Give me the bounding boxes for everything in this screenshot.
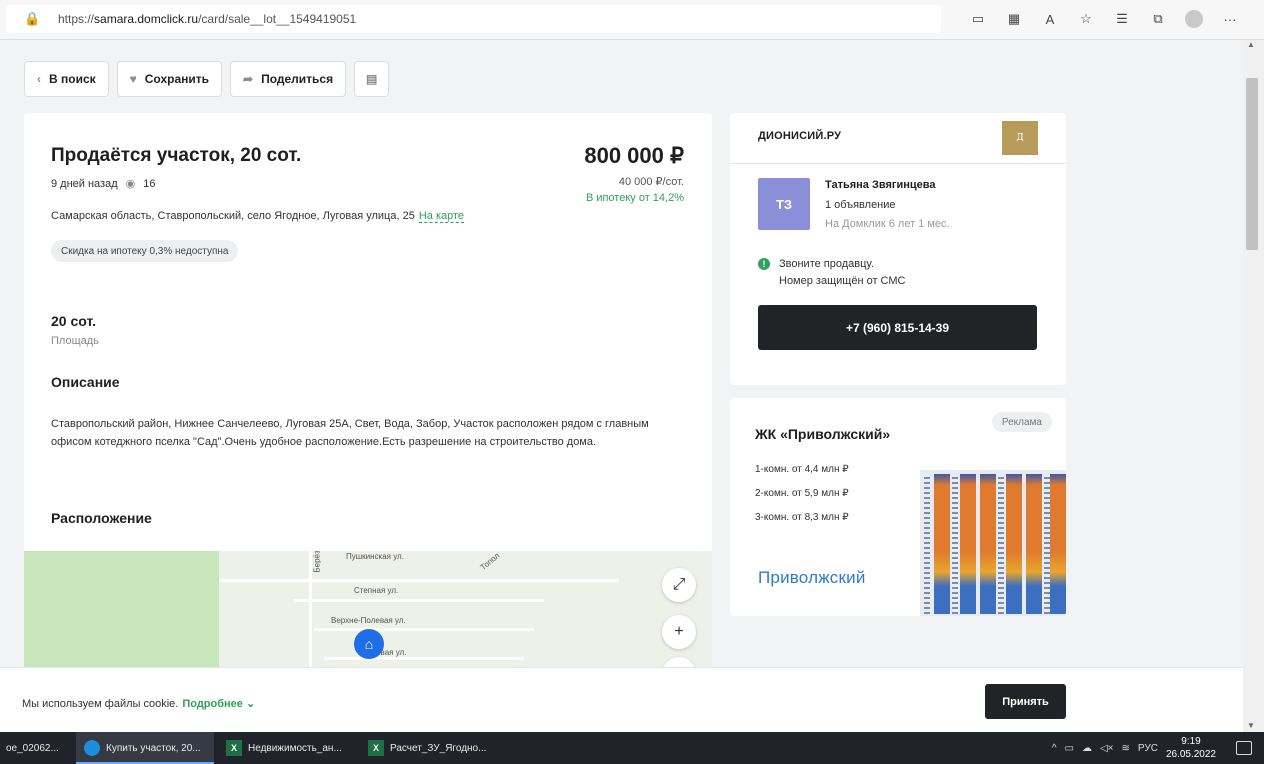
- seller-card: ДИОНИСИЙ.РУ Д ТЗ Татьяна Звягинцева 1 об…: [730, 113, 1066, 385]
- map-street-label: Берёз: [312, 551, 322, 573]
- listing-card: Продаётся участок, 20 сот. 800 000 ₽ 9 д…: [24, 113, 712, 732]
- listing-address: Самарская область, Ставропольский, село …: [51, 210, 465, 223]
- share-button[interactable]: ➦ Поделиться: [230, 61, 347, 97]
- reading-mode-icon[interactable]: ▭: [962, 5, 994, 33]
- ad-brand-logo: Приволжский: [758, 568, 866, 587]
- scroll-up-icon[interactable]: ▲: [1247, 40, 1255, 49]
- area-label: Площадь: [51, 335, 99, 347]
- eye-icon: ◉: [125, 178, 136, 190]
- map-street-label: Верхне-Полевая ул.: [331, 616, 406, 625]
- map-road: [219, 579, 619, 582]
- divider: [730, 163, 1066, 164]
- notification-icon[interactable]: [1236, 741, 1252, 755]
- back-to-search-button[interactable]: ‹ В поиск: [24, 61, 109, 97]
- language-indicator[interactable]: РУС: [1138, 743, 1158, 754]
- ad-room-price: 2-комн. от 5,9 млн ₽: [755, 488, 849, 499]
- home-pin-icon[interactable]: ⌂: [354, 629, 384, 659]
- map-street-label: Степная ул.: [354, 586, 399, 595]
- lock-icon: 🔒: [24, 11, 41, 26]
- chevron-down-icon: ⌄: [245, 698, 256, 710]
- address-bar[interactable]: 🔒 https://samara.domclick.ru/card/sale__…: [6, 5, 941, 33]
- excel-icon: X: [368, 740, 384, 756]
- price-per-sotka: 40 000 ₽/сот.: [618, 176, 684, 188]
- battery-icon[interactable]: ▭: [1065, 743, 1074, 754]
- network-icon[interactable]: ≋: [1122, 743, 1130, 754]
- listing-age: 9 дней назад: [51, 177, 118, 190]
- seller-listings: 1 объявление: [825, 199, 896, 211]
- edge-icon: [84, 740, 100, 756]
- cloud-icon[interactable]: ☁: [1082, 743, 1092, 754]
- cookie-more-link[interactable]: Подробнее ⌄: [182, 698, 255, 710]
- browser-toolbar: 🔒 https://samara.domclick.ru/card/sale__…: [0, 0, 1264, 40]
- map-road: [314, 628, 534, 631]
- volume-icon[interactable]: ◁×: [1100, 743, 1114, 754]
- printer-icon: ▤: [365, 72, 378, 86]
- agency-logo[interactable]: Д: [1002, 121, 1038, 155]
- app-icon[interactable]: ▦: [998, 5, 1030, 33]
- cookie-banner: Мы используем файлы cookie. Подробнее ⌄ П…: [0, 667, 1243, 732]
- location-heading: Расположение: [51, 510, 152, 526]
- call-hint: Звоните продавцу.: [779, 258, 874, 270]
- url-text: https://samara.domclick.ru/card/sale__lo…: [58, 12, 357, 26]
- building-image: [920, 470, 1066, 616]
- more-menu-icon[interactable]: ···: [1214, 5, 1246, 33]
- favorite-star-icon[interactable]: ☆: [1070, 5, 1102, 33]
- agency-name[interactable]: ДИОНИСИЙ.РУ: [758, 130, 841, 142]
- view-count: 16: [143, 177, 156, 190]
- heart-icon: ♥: [129, 72, 137, 86]
- windows-taskbar: ое_02062... Купить участок, 20... X Недви…: [0, 732, 1264, 764]
- zoom-in-icon[interactable]: +: [662, 615, 696, 649]
- listing-title: Продаётся участок, 20 сот.: [51, 145, 302, 166]
- ad-tag: Реклама: [991, 412, 1052, 432]
- excel-icon: X: [226, 740, 242, 756]
- mortgage-link[interactable]: В ипотеку от 14,2%: [586, 192, 684, 204]
- map-street-label: Топол: [478, 551, 502, 573]
- vertical-scrollbar[interactable]: ▲ ▼: [1243, 40, 1264, 732]
- favorites-list-icon[interactable]: ☰: [1106, 5, 1138, 33]
- share-arrow-icon: ➦: [243, 72, 254, 86]
- chevron-up-icon[interactable]: ^: [1052, 743, 1057, 754]
- scrollbar-thumb[interactable]: [1246, 78, 1258, 250]
- ad-room-price: 3-комн. от 8,3 млн ₽: [755, 512, 849, 523]
- listing-price: 800 000 ₽: [584, 143, 684, 168]
- taskbar-item-edge[interactable]: Купить участок, 20...: [76, 732, 214, 764]
- seller-avatar: ТЗ: [758, 178, 810, 230]
- taskbar-item-excel[interactable]: X Недвижимость_ан...: [220, 732, 354, 764]
- map-road: [324, 657, 524, 660]
- discount-chip: Скидка на ипотеку 0,3% недоступна: [51, 240, 239, 262]
- read-aloud-icon[interactable]: A: [1034, 5, 1066, 33]
- expand-map-icon[interactable]: ⤢: [662, 568, 696, 602]
- taskbar-item[interactable]: ое_02062...: [0, 732, 72, 764]
- sms-protection-hint: Номер защищён от СМС: [779, 275, 906, 287]
- ad-room-price: 1-комн. от 4,4 млн ₽: [755, 464, 849, 475]
- ad-card[interactable]: Реклама ЖК «Приволжский» 1-комн. от 4,4 …: [730, 398, 1066, 616]
- save-button[interactable]: ♥ Сохранить: [116, 61, 223, 97]
- profile-avatar-icon[interactable]: [1178, 5, 1210, 33]
- seller-name[interactable]: Татьяна Звягинцева: [825, 179, 935, 191]
- info-icon: !: [758, 258, 770, 270]
- system-tray: ^ ▭ ☁ ◁× ≋ РУС 9:19 26.05.2022: [1052, 732, 1216, 764]
- collections-icon[interactable]: ⧉: [1142, 5, 1174, 33]
- description-heading: Описание: [51, 374, 120, 390]
- phone-button[interactable]: +7 (960) 815-14-39: [758, 305, 1037, 350]
- cookie-accept-button[interactable]: Принять: [985, 684, 1066, 719]
- cookie-text: Мы используем файлы cookie. Подробнее ⌄: [22, 698, 256, 710]
- page-content: ‹ В поиск ♥ Сохранить ➦ Поделиться ▤ Продаё…: [0, 40, 1243, 732]
- scroll-down-icon[interactable]: ▼: [1247, 721, 1255, 730]
- area-value: 20 сот.: [51, 313, 96, 329]
- seller-since: На Домклик 6 лет 1 мес.: [825, 218, 950, 230]
- on-map-link[interactable]: На карте: [418, 210, 465, 223]
- map-road: [294, 599, 544, 602]
- listing-meta: 9 дней назад ◉ 16: [51, 177, 156, 191]
- clock[interactable]: 9:19 26.05.2022: [1166, 735, 1216, 761]
- chevron-left-icon: ‹: [37, 72, 41, 86]
- ad-title: ЖК «Приволжский»: [755, 426, 891, 442]
- taskbar-item-excel[interactable]: X Расчет_ЗУ_Ягодно...: [362, 732, 502, 764]
- description-text: Ставропольский район, Нижнее Санчелеево,…: [51, 418, 649, 448]
- print-button[interactable]: ▤: [354, 61, 390, 97]
- map-street-label: Пушкинская ул.: [346, 552, 404, 561]
